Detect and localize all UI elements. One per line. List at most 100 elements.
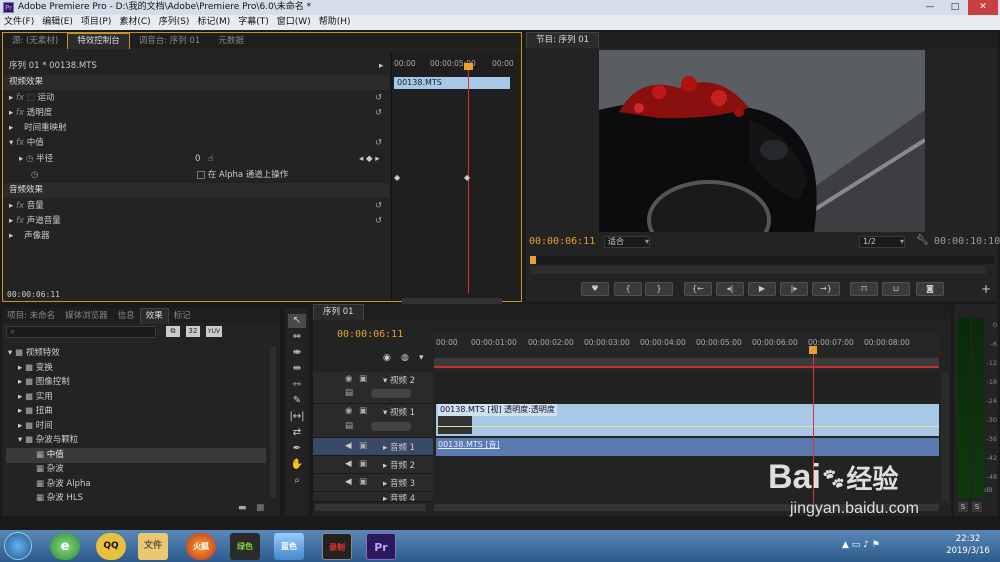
- app-icon[interactable]: 蓝色: [274, 533, 304, 560]
- mark-out-button[interactable]: }: [645, 282, 673, 296]
- track-lane-video2[interactable]: [434, 372, 939, 404]
- play-clip-icon[interactable]: ▸: [379, 59, 383, 74]
- solo-left-button[interactable]: S: [958, 502, 968, 512]
- reset-icon[interactable]: ↺: [375, 136, 382, 151]
- speaker-icon[interactable]: ◀: [345, 459, 352, 469]
- radius-value[interactable]: 0: [195, 152, 200, 167]
- track-header-video2[interactable]: ◉ ▣ ▾ 视频 2 ▤: [313, 372, 433, 404]
- vertical-scrollbar[interactable]: [941, 372, 949, 502]
- opacity-rubberband[interactable]: [436, 426, 939, 427]
- lock-icon[interactable]: ▣: [359, 406, 367, 416]
- effects-scrollbar[interactable]: [270, 346, 276, 498]
- lock-icon[interactable]: ▣: [359, 459, 367, 469]
- tab-source[interactable]: 源: (无素材): [3, 34, 67, 49]
- tree-item[interactable]: ▸ ■ 扭曲: [18, 404, 53, 419]
- snap-icon[interactable]: ◉: [383, 353, 391, 363]
- qq-icon[interactable]: QQ: [96, 533, 126, 560]
- menu-marker[interactable]: 标记(M): [193, 15, 234, 30]
- tab-audio-mixer[interactable]: 调音台: 序列 01: [130, 34, 210, 49]
- tree-item[interactable]: ▦ 杂波: [36, 462, 64, 477]
- yuv-icon[interactable]: YUV: [206, 326, 222, 337]
- tab-program[interactable]: 节目: 序列 01: [526, 32, 600, 48]
- keyframe-icon[interactable]: ◆: [394, 173, 400, 182]
- zoom-tool-icon[interactable]: ⌕: [288, 474, 306, 488]
- speaker-icon[interactable]: ◀: [345, 441, 352, 451]
- mini-playhead-handle[interactable]: [464, 63, 473, 70]
- tree-item[interactable]: ▾ ■ 杂波与颗粒: [18, 433, 78, 448]
- start-button[interactable]: [4, 532, 32, 560]
- explorer-icon[interactable]: 文件: [138, 533, 168, 560]
- eye-icon[interactable]: ◉: [345, 374, 352, 384]
- program-current-time[interactable]: 00:00:06:11: [529, 236, 595, 247]
- lock-icon[interactable]: ▣: [359, 374, 367, 384]
- step-back-button[interactable]: ◂|: [716, 282, 744, 296]
- track-header-audio4[interactable]: ▸ 音频 4: [313, 492, 433, 502]
- tree-item[interactable]: ▸ ■ 图像控制: [18, 375, 70, 390]
- track-sync-icon[interactable]: ▤: [345, 388, 353, 398]
- menu-project[interactable]: 项目(P): [77, 15, 115, 30]
- mini-clip-bar[interactable]: 00138.MTS: [394, 77, 510, 89]
- header-scrollbar[interactable]: [315, 504, 425, 511]
- tab-media-browser[interactable]: 媒体浏览器: [60, 309, 113, 324]
- menu-edit[interactable]: 编辑(E): [38, 15, 77, 30]
- extract-button[interactable]: ⊔: [882, 282, 910, 296]
- reset-icon[interactable]: ↺: [375, 199, 382, 214]
- wrench-icon[interactable]: 🔧︎: [916, 235, 929, 246]
- effect-row-time-remap[interactable]: ▸ 时间重映射: [9, 121, 379, 136]
- firefox-icon[interactable]: 火狐: [186, 533, 216, 560]
- program-zoom-bar[interactable]: [530, 266, 986, 274]
- menu-file[interactable]: 文件(F): [0, 15, 38, 30]
- tab-sequence[interactable]: 序列 01: [313, 304, 364, 320]
- track-header-audio2[interactable]: ◀ ▣ ▸ 音频 2: [313, 456, 433, 474]
- tab-effects[interactable]: 效果: [139, 308, 169, 324]
- keyframe-nav[interactable]: [371, 389, 411, 398]
- speaker-icon[interactable]: ◀: [345, 477, 352, 487]
- fit-dropdown[interactable]: 适合 ▾: [604, 236, 650, 248]
- clock[interactable]: 22:32 2019/3/16: [940, 533, 996, 557]
- new-bin-icon[interactable]: ▬: [238, 503, 247, 513]
- effects-search-input[interactable]: ⌕: [6, 326, 156, 338]
- keyframe-nav[interactable]: [371, 422, 411, 431]
- menu-sequence[interactable]: 序列(S): [155, 15, 194, 30]
- reset-icon[interactable]: ↺: [375, 91, 382, 106]
- tab-effect-controls[interactable]: 特效控制台: [67, 33, 130, 49]
- tray-icons[interactable]: ▲ ▭ ♪ ⚑: [842, 540, 880, 550]
- alpha-checkbox-row[interactable]: 在 Alpha 通道上操作: [197, 168, 288, 183]
- slide-tool-icon[interactable]: ⇄: [288, 426, 306, 440]
- 32bit-icon[interactable]: 32: [186, 326, 200, 337]
- hand-tool-icon[interactable]: ✋: [288, 458, 306, 472]
- eye-icon[interactable]: ◉: [345, 406, 352, 416]
- tree-item[interactable]: ▸ ■ 实用: [18, 390, 53, 405]
- rolling-edit-tool-icon[interactable]: ⇹: [288, 362, 306, 376]
- effect-row-motion[interactable]: ▸ fx ⬚ 运动: [9, 91, 379, 106]
- premiere-taskbar-icon[interactable]: Pr: [366, 533, 396, 560]
- menu-title[interactable]: 字幕(T): [234, 15, 273, 30]
- mark-in-button[interactable]: {: [614, 282, 642, 296]
- marker-icon[interactable]: ▾: [419, 353, 424, 363]
- selection-tool-icon[interactable]: ↖: [288, 314, 306, 328]
- audio-clip[interactable]: 00138.MTS [音]: [436, 438, 939, 456]
- effect-row-median[interactable]: ▾ fx 中值: [9, 136, 379, 151]
- add-marker-button[interactable]: ♥: [581, 282, 609, 296]
- reset-small-icon[interactable]: ◷: [31, 168, 38, 183]
- export-frame-button[interactable]: ◙: [916, 282, 944, 296]
- program-playhead[interactable]: [530, 256, 536, 264]
- track-header-video1[interactable]: ◉ ▣ ▾ 视频 1 ▤: [313, 404, 433, 438]
- pen-tool-icon[interactable]: ✒: [288, 442, 306, 456]
- app-icon[interactable]: 绿色: [230, 533, 260, 560]
- minimize-button[interactable]: —: [918, 0, 942, 15]
- lift-button[interactable]: ⊓: [850, 282, 878, 296]
- slip-tool-icon[interactable]: |↔|: [288, 410, 306, 424]
- play-button[interactable]: ▶: [748, 282, 776, 296]
- track-sync-icon[interactable]: ▤: [345, 421, 353, 431]
- video-clip[interactable]: 00138.MTS [视] 透明度:透明度: [436, 404, 939, 436]
- tab-info[interactable]: 信息: [113, 309, 140, 324]
- menu-window[interactable]: 窗口(W): [273, 15, 315, 30]
- timeline-playhead-handle[interactable]: [809, 346, 817, 354]
- effect-row-channel-volume[interactable]: ▸ fx 声道音量: [9, 214, 61, 229]
- record-icon[interactable]: 录制: [322, 533, 352, 560]
- lock-icon[interactable]: ▣: [359, 477, 367, 487]
- go-to-in-button[interactable]: {←: [684, 282, 712, 296]
- effect-controls-time[interactable]: 00:00:06:11: [7, 287, 60, 302]
- lock-icon[interactable]: ▣: [359, 441, 367, 451]
